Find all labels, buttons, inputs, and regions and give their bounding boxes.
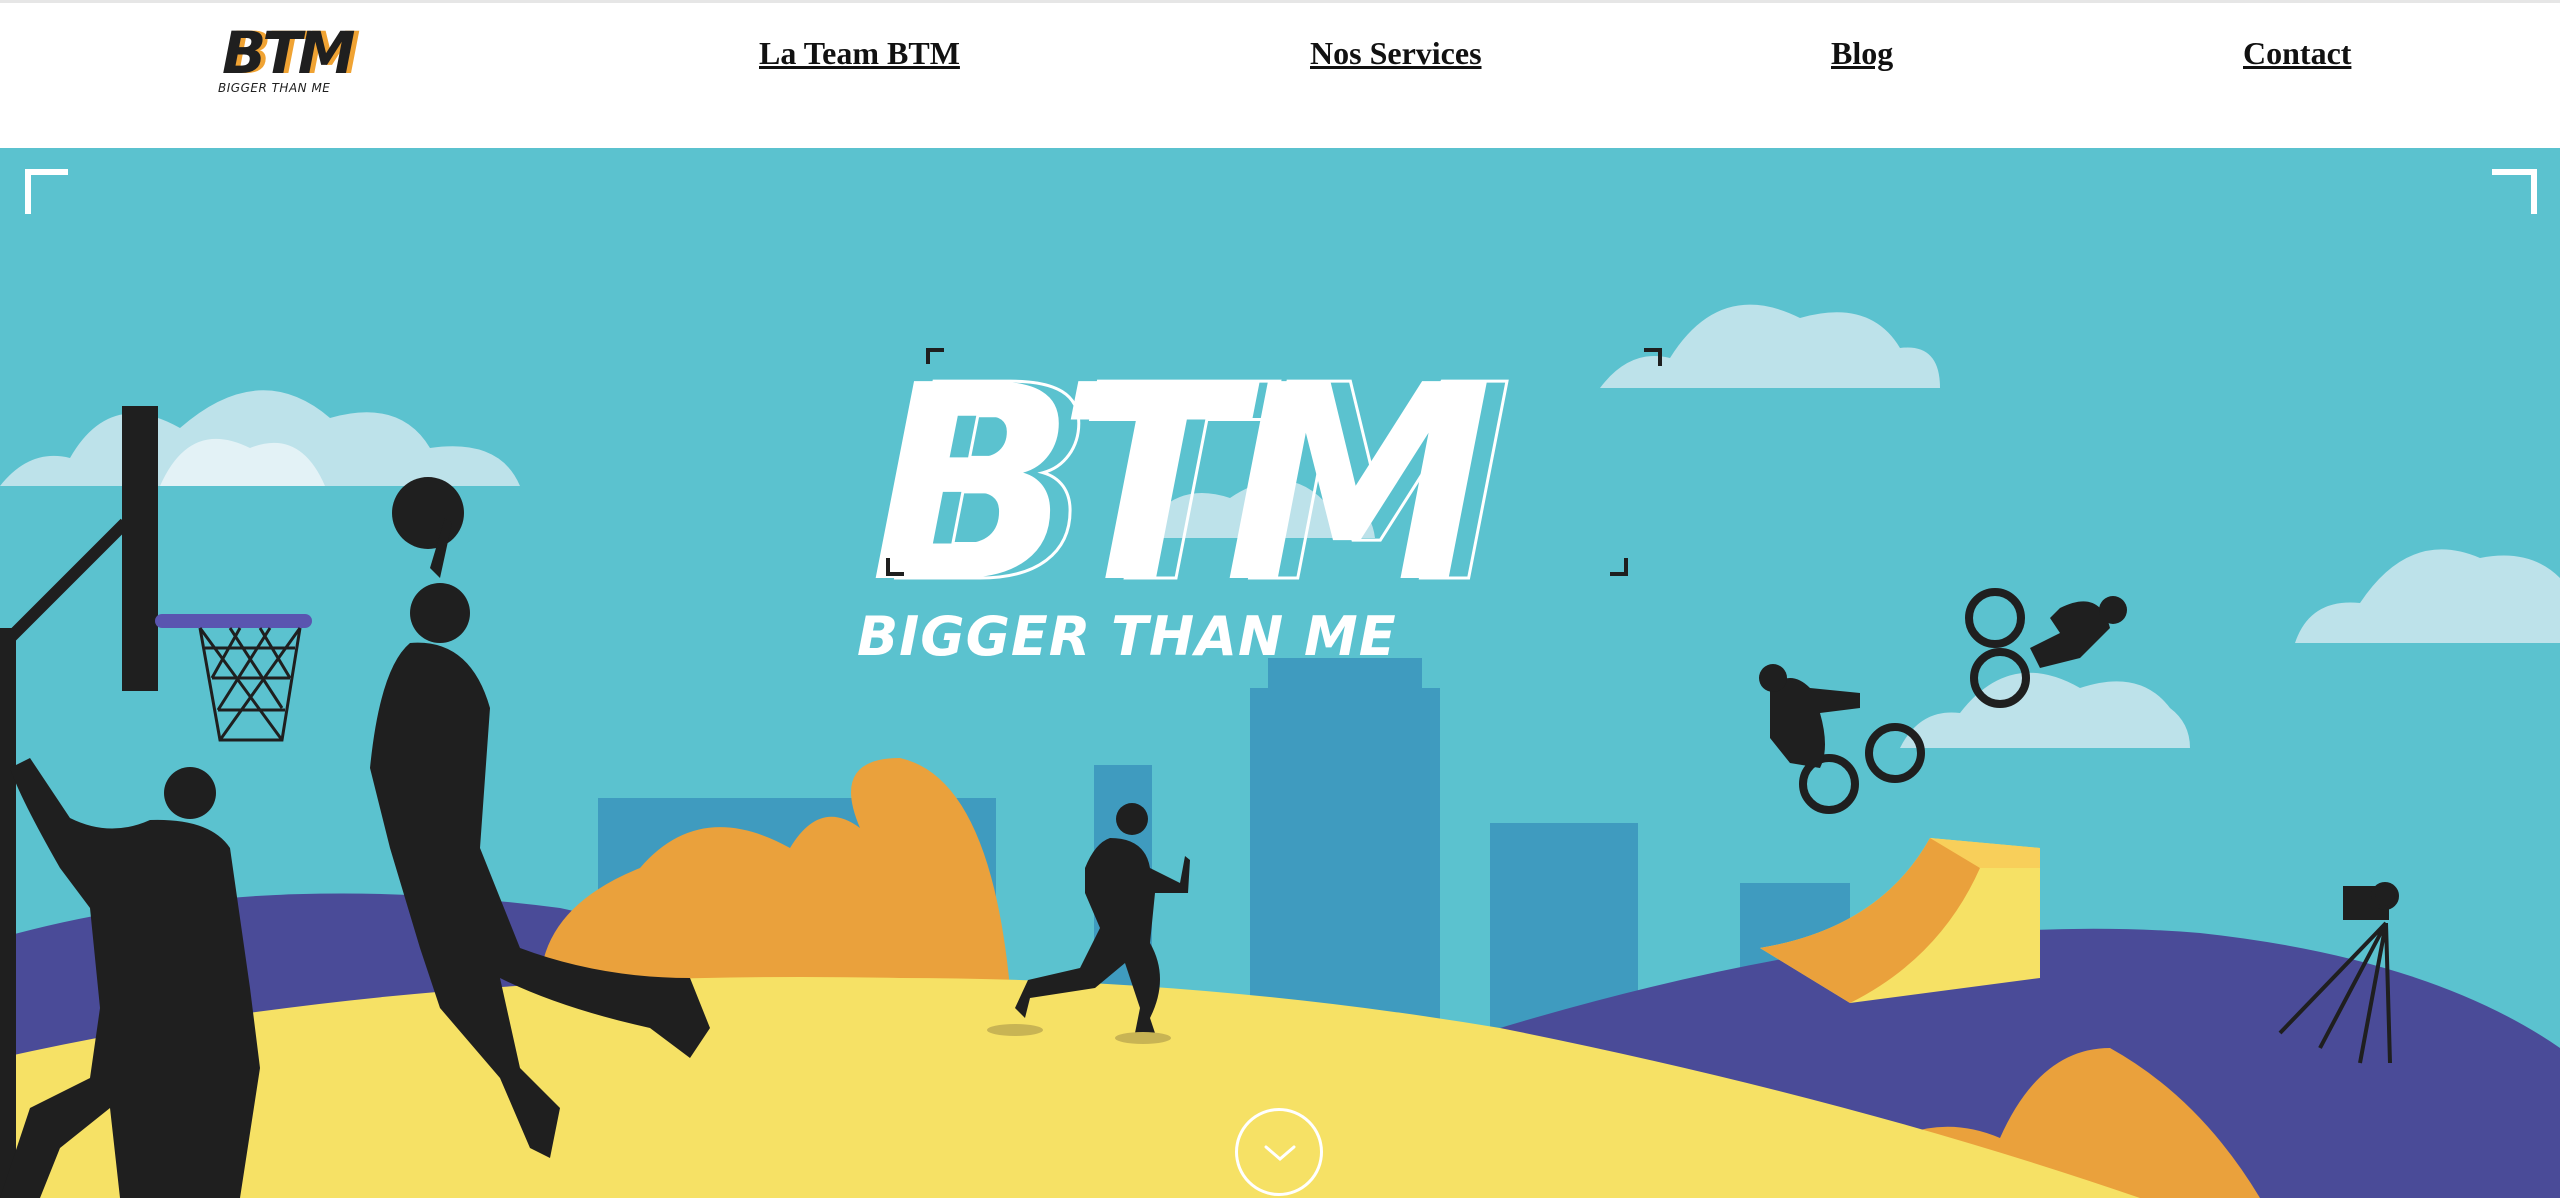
nav-link-services[interactable]: Nos Services xyxy=(1310,35,1482,72)
scroll-down-button[interactable] xyxy=(1235,1108,1323,1196)
chevron-down-icon xyxy=(1264,1145,1296,1161)
hero-subtitle: BIGGER THAN ME xyxy=(857,605,1397,668)
hero-illustration: BTM BTM xyxy=(0,148,2560,1198)
nav-link-contact[interactable]: Contact xyxy=(2243,35,2351,72)
nav-link-blog[interactable]: Blog xyxy=(1831,35,1893,72)
btm-logo[interactable]: BTM BIGGER THAN ME xyxy=(214,21,404,97)
logo-tagline: BIGGER THAN ME xyxy=(218,81,331,95)
nav-link-team[interactable]: La Team BTM xyxy=(759,35,960,72)
hero-banner: BTM BTM BIGGER THAN ME xyxy=(0,148,2560,1198)
logo-mark: BTM xyxy=(222,19,355,87)
site-header: BTM BIGGER THAN ME La Team BTM Nos Servi… xyxy=(0,0,2560,148)
hero-logo-text: BTM xyxy=(870,327,1490,642)
